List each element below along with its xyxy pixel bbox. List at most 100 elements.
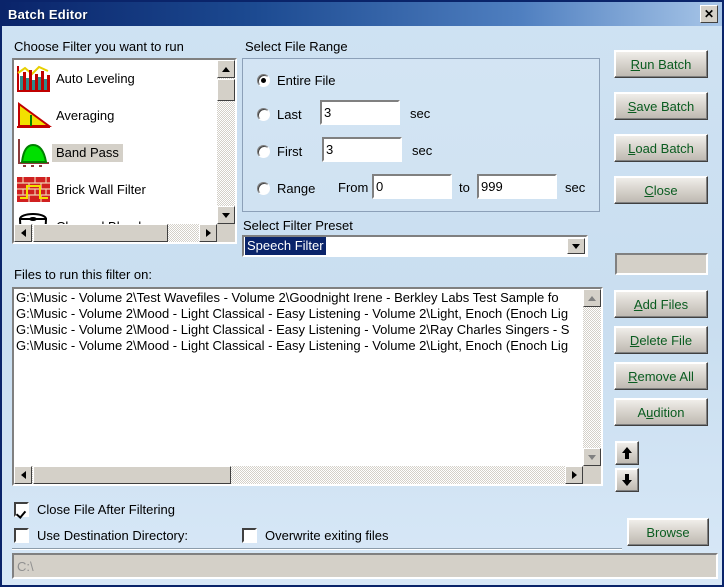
filter-item-averaging[interactable]: Averaging	[14, 97, 217, 134]
status-field	[615, 253, 708, 275]
files-listbox[interactable]: G:\Music - Volume 2\Test Wavefiles - Vol…	[12, 287, 603, 486]
close-button[interactable]: Close	[614, 176, 708, 204]
add-files-button[interactable]: Add Files	[614, 290, 708, 318]
filter-list-horizontal-scrollbar[interactable]	[14, 224, 217, 242]
brick-wall-icon	[15, 173, 52, 207]
first-seconds-input[interactable]	[322, 137, 402, 162]
radio-option-first[interactable]: First	[257, 141, 302, 161]
radio-option-label: First	[277, 143, 303, 159]
filter-item-brick-wall-filter[interactable]: Brick Wall Filter	[14, 171, 217, 208]
window-titlebar: Batch Editor ✕	[2, 2, 722, 26]
remove-all-accel: R	[628, 368, 638, 384]
checkbox-label: Use Destination Directory:	[37, 528, 188, 543]
radio-option-label: Entire File	[277, 72, 336, 88]
files-list-items: G:\Music - Volume 2\Test Wavefiles - Vol…	[14, 289, 583, 466]
window-title: Batch Editor	[8, 6, 88, 22]
list-item[interactable]: G:\Music - Volume 2\Mood - Light Classic…	[16, 338, 583, 354]
filter-list-vertical-scrollbar[interactable]	[217, 60, 235, 224]
range-to-label: to	[459, 180, 470, 195]
select-filter-preset-label: Select Filter Preset	[243, 218, 353, 233]
choose-filter-label: Choose Filter you want to run	[14, 39, 184, 54]
browse-button[interactable]: Browse	[627, 518, 709, 546]
checkbox-label: Close File After Filtering	[37, 502, 175, 517]
destination-path-value: C:\	[17, 558, 34, 574]
add-files-accel: A	[633, 296, 643, 312]
radio-option-label: Last	[277, 106, 302, 122]
radio-range-indicator[interactable]	[257, 181, 270, 195]
filter-listbox[interactable]: Auto Leveling Averaging Band Pass Brick …	[12, 58, 237, 244]
last-seconds-input[interactable]	[320, 100, 400, 125]
bottom-divider	[12, 548, 622, 550]
files-to-run-label: Files to run this filter on:	[14, 267, 152, 282]
filter-item-band-pass[interactable]: Band Pass	[14, 134, 217, 171]
scroll-up-arrow-icon[interactable]	[583, 289, 601, 307]
close-accel: C	[644, 182, 654, 198]
filter-item-label: Averaging	[56, 107, 115, 123]
run-batch-button[interactable]: RRun Batchun Batch	[614, 50, 708, 78]
list-item[interactable]: G:\Music - Volume 2\Mood - Light Classic…	[16, 306, 583, 322]
radio-option-range[interactable]: Range	[257, 178, 315, 198]
ramp-triangle-icon	[15, 99, 52, 133]
list-item[interactable]: G:\Music - Volume 2\Mood - Light Classic…	[16, 322, 583, 338]
browse-label: Browse	[646, 524, 690, 540]
range-unit-label: sec	[565, 180, 586, 195]
use-destination-directory-checkbox[interactable]: Use Destination Directory:	[14, 528, 188, 543]
filter-item-label: Auto Leveling	[56, 70, 135, 86]
filter-item-auto-leveling[interactable]: Auto Leveling	[14, 60, 217, 97]
horizontal-scroll-thumb[interactable]	[33, 224, 168, 242]
last-unit-label: sec	[410, 106, 431, 121]
filter-preset-combobox[interactable]: Speech Filter	[242, 235, 588, 257]
audition-button[interactable]: Audition	[614, 398, 708, 426]
radio-entire-file-indicator[interactable]	[257, 73, 270, 87]
run-batch-accel: R	[630, 56, 641, 72]
scroll-right-arrow-icon[interactable]	[199, 224, 217, 242]
radio-option-entire-file[interactable]: Entire File	[257, 70, 336, 90]
remove-all-button[interactable]: Remove All	[614, 362, 708, 390]
down-arrow-glyph	[622, 474, 632, 486]
range-from-label: From	[338, 180, 369, 195]
overwrite-existing-files-checkbox[interactable]: Overwrite exiting files	[242, 528, 389, 543]
filter-item-label: Band Pass	[52, 143, 123, 162]
scrollbar-corner	[583, 466, 601, 484]
list-item[interactable]: G:\Music - Volume 2\Test Wavefiles - Vol…	[16, 290, 583, 306]
checkbox-indicator[interactable]	[14, 528, 29, 543]
move-down-arrow-icon[interactable]	[615, 468, 639, 492]
up-arrow-glyph	[622, 447, 632, 459]
load-batch-button[interactable]: Load Batch	[614, 134, 708, 162]
files-list-vertical-scrollbar[interactable]	[583, 289, 601, 466]
destination-path-field[interactable]: C:\	[12, 553, 718, 579]
chevron-down-icon[interactable]	[567, 238, 585, 254]
files-list-horizontal-scrollbar[interactable]	[14, 466, 583, 484]
save-batch-button[interactable]: Save Batch	[614, 92, 708, 120]
close-after-filtering-checkbox[interactable]: Close File After Filtering	[14, 502, 175, 517]
horizontal-scroll-thumb[interactable]	[33, 466, 231, 484]
close-icon[interactable]: ✕	[700, 5, 718, 23]
delete-file-accel: D	[629, 332, 640, 348]
bar-graph-icon	[15, 62, 52, 96]
scroll-left-arrow-icon[interactable]	[14, 224, 32, 242]
file-range-groupbox: Entire File Last sec First sec Range Fro…	[242, 58, 600, 212]
checkbox-label: Overwrite exiting files	[265, 528, 389, 543]
batch-editor-dialog: Batch Editor ✕ Choose Filter you want to…	[0, 0, 724, 587]
filter-item-label: Brick Wall Filter	[56, 181, 146, 197]
delete-file-button[interactable]: Delete File	[614, 326, 708, 354]
checkbox-indicator[interactable]	[242, 528, 257, 543]
vertical-scroll-thumb[interactable]	[217, 79, 235, 101]
radio-option-label: Range	[277, 180, 316, 196]
checkbox-indicator[interactable]	[14, 502, 29, 517]
range-from-input[interactable]	[372, 174, 452, 199]
filter-preset-selected-value: Speech Filter	[245, 237, 326, 255]
scroll-up-arrow-icon[interactable]	[217, 60, 235, 78]
scroll-down-arrow-icon[interactable]	[217, 206, 235, 224]
range-to-input[interactable]	[477, 174, 557, 199]
scroll-right-arrow-icon[interactable]	[565, 466, 583, 484]
select-file-range-label: Select File Range	[245, 39, 348, 54]
scrollbar-corner	[217, 224, 235, 242]
move-up-arrow-icon[interactable]	[615, 441, 639, 465]
band-pass-curve-icon	[15, 136, 52, 170]
radio-first-indicator[interactable]	[257, 144, 270, 158]
radio-option-last[interactable]: Last	[257, 104, 302, 124]
radio-last-indicator[interactable]	[257, 107, 270, 121]
scroll-left-arrow-icon[interactable]	[14, 466, 32, 484]
scroll-down-arrow-icon[interactable]	[583, 448, 601, 466]
